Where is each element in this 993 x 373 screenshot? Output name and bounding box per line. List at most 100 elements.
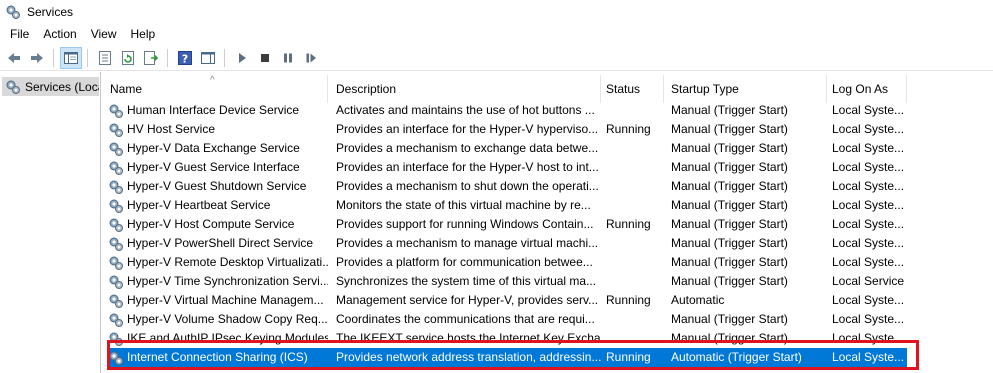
service-gear-icon — [109, 180, 123, 194]
service-log-on-as: Local Syste... — [832, 103, 905, 117]
service-name-cell: Internet Connection Sharing (ICS) — [107, 348, 328, 367]
table-row[interactable]: Hyper-V Volume Shadow Copy Req... Coordin… — [102, 310, 993, 329]
toolbar-separator — [167, 48, 168, 67]
service-startup-type: Manual (Trigger Start) — [671, 179, 788, 193]
service-name-cell: Human Interface Device Service — [102, 101, 328, 120]
column-header-description[interactable]: Description — [328, 75, 601, 103]
service-name-cell: Hyper-V Time Synchronization Servi... — [102, 272, 328, 291]
service-status — [601, 101, 664, 120]
help-icon[interactable]: ? — [174, 47, 196, 69]
window-title: Services — [27, 5, 74, 19]
service-startup-type: Manual (Trigger Start) — [671, 103, 788, 117]
service-name: HV Host Service — [127, 122, 216, 136]
service-status — [601, 139, 664, 158]
table-row[interactable]: Internet Connection Sharing (ICS) Provide… — [102, 348, 993, 367]
menu-bar: File Action View Help — [0, 24, 993, 44]
table-row[interactable]: Hyper-V Remote Desktop Virtualizati... Pr… — [102, 253, 993, 272]
refresh-icon[interactable] — [117, 47, 139, 69]
pause-service-icon[interactable] — [277, 47, 299, 69]
show-hide-console-tree-icon[interactable] — [60, 46, 82, 69]
service-status: Running — [606, 293, 651, 307]
service-startup-type: Manual (Trigger Start) — [671, 160, 788, 174]
service-name: Hyper-V Heartbeat Service — [127, 198, 271, 212]
table-row[interactable]: Hyper-V Guest Shutdown Service Provides a… — [102, 177, 993, 196]
service-name: Hyper-V Guest Shutdown Service — [127, 179, 307, 193]
service-gear-icon — [109, 199, 123, 213]
service-status — [601, 234, 664, 253]
menu-action[interactable]: Action — [36, 25, 83, 43]
toolbar-separator — [224, 48, 225, 67]
service-startup-type: Manual (Trigger Start) — [671, 141, 788, 155]
back-arrow-icon[interactable] — [3, 47, 25, 69]
table-row[interactable]: Hyper-V Data Exchange Service Provides a … — [102, 139, 993, 158]
service-name-cell: IKE and AuthIP IPsec Keying Modules — [102, 329, 328, 348]
service-gear-icon — [109, 275, 123, 289]
service-name-cell: Hyper-V Guest Service Interface — [102, 158, 328, 177]
service-name: Hyper-V Host Compute Service — [127, 217, 295, 231]
menu-file[interactable]: File — [3, 25, 36, 43]
service-status: Running — [606, 122, 651, 136]
action-pane-icon[interactable] — [197, 47, 219, 69]
column-header-log-on-as[interactable]: Log On As — [827, 75, 907, 103]
service-log-on-as: Local Syste... — [832, 312, 905, 326]
service-description: Provides network address translation, ad… — [328, 348, 601, 367]
table-row[interactable]: Hyper-V Heartbeat Service Monitors the st… — [102, 196, 993, 215]
column-header-status[interactable]: Status — [601, 75, 664, 103]
service-status — [601, 253, 664, 272]
service-startup-type: Manual (Trigger Start) — [671, 122, 788, 136]
start-service-icon[interactable] — [231, 47, 253, 69]
service-description: Monitors the state of this virtual machi… — [336, 198, 591, 212]
service-name-cell: HV Host Service — [102, 120, 328, 139]
tree-item-services-local[interactable]: Services (Local) — [2, 77, 99, 96]
column-header-name[interactable]: ^ Name — [102, 75, 328, 103]
toolbar-separator — [87, 48, 88, 67]
service-status: Running — [606, 217, 651, 231]
service-rows: Human Interface Device Service Activates … — [102, 101, 993, 367]
service-gear-icon — [109, 332, 123, 346]
service-name-cell: Hyper-V PowerShell Direct Service — [102, 234, 328, 253]
table-row[interactable]: Hyper-V Guest Service Interface Provides … — [102, 158, 993, 177]
service-description: Management service for Hyper-V, provides… — [336, 293, 599, 307]
table-row[interactable]: HV Host Service Provides an interface for… — [102, 120, 993, 139]
service-description: Synchronizes the system time of this vir… — [336, 274, 597, 288]
service-startup-type: Manual (Trigger Start) — [671, 331, 788, 345]
menu-help[interactable]: Help — [124, 25, 163, 43]
toolbar-separator — [53, 48, 54, 67]
service-status — [601, 310, 664, 329]
svg-text:?: ? — [182, 52, 188, 65]
service-name-cell: Hyper-V Host Compute Service — [102, 215, 328, 234]
service-description: Provides an interface for the Hyper-V ho… — [336, 160, 599, 174]
table-row[interactable]: Hyper-V Virtual Machine Managem... Manage… — [102, 291, 993, 310]
services-gear-icon — [6, 5, 20, 19]
table-row[interactable]: Hyper-V Time Synchronization Servi... Syn… — [102, 272, 993, 291]
restart-service-icon[interactable] — [300, 47, 322, 69]
service-log-on-as: Local Syste... — [832, 236, 905, 250]
stop-service-icon[interactable] — [254, 47, 276, 69]
service-gear-icon — [109, 294, 123, 308]
service-description: Provides support for running Windows Con… — [336, 217, 594, 231]
table-row[interactable]: Hyper-V PowerShell Direct Service Provide… — [102, 234, 993, 253]
service-gear-icon — [109, 218, 123, 232]
service-name: Human Interface Device Service — [127, 103, 300, 117]
service-status — [601, 177, 664, 196]
service-status — [601, 329, 664, 348]
service-startup-type: Manual (Trigger Start) — [671, 217, 788, 231]
service-name: Hyper-V Time Synchronization Servi... — [127, 274, 328, 288]
service-description: Provides an interface for the Hyper-V hy… — [336, 122, 599, 136]
service-gear-icon — [109, 237, 123, 251]
properties-icon[interactable] — [94, 47, 116, 69]
service-name-cell: Hyper-V Virtual Machine Managem... — [102, 291, 328, 310]
sort-ascending-icon: ^ — [210, 75, 215, 86]
table-row[interactable]: Hyper-V Host Compute Service Provides sup… — [102, 215, 993, 234]
service-gear-icon — [109, 161, 123, 175]
toolbar: ? — [0, 45, 993, 71]
column-header-startup-type[interactable]: Startup Type — [664, 75, 827, 103]
menu-view[interactable]: View — [84, 25, 124, 43]
export-list-icon[interactable] — [140, 47, 162, 69]
service-name: Hyper-V PowerShell Direct Service — [127, 236, 314, 250]
service-log-on-as: Local Service — [832, 274, 905, 288]
table-row[interactable]: Human Interface Device Service Activates … — [102, 101, 993, 120]
table-row[interactable]: IKE and AuthIP IPsec Keying Modules The I… — [102, 329, 993, 348]
service-description: Activates and maintains the use of hot b… — [336, 103, 595, 117]
forward-arrow-icon[interactable] — [26, 47, 48, 69]
